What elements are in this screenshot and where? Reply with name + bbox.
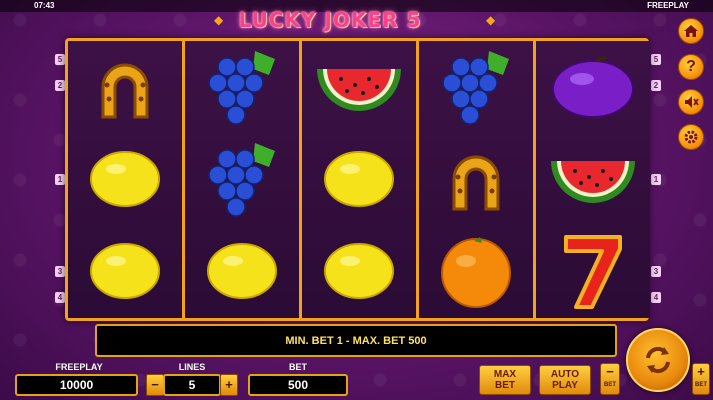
help-button[interactable]: ? [678,54,704,80]
line-marker-right: 3 [651,266,661,277]
symbol-watermelon [536,133,650,225]
home-icon [684,25,698,37]
symbol-watermelon [302,41,416,133]
horseshoe-icon [101,63,149,119]
line-marker-left: 2 [55,80,65,91]
bet-increase-symbol: + [697,364,705,379]
reel-area [65,38,650,321]
symbol-grapes [185,133,299,225]
auto-play-label-top: AUTO [550,369,580,380]
bet-decrease-button[interactable]: − BET [600,363,620,395]
gear-icon [684,130,698,144]
line-marker-right: 4 [651,292,661,303]
lines-decrease-button[interactable]: − [146,374,164,396]
bet-increase-label: BET [695,382,707,388]
sound-off-icon [685,96,699,108]
symbol-lemon [302,225,416,317]
lemon-icon [324,243,394,299]
max-bet-button[interactable]: MAX BET [479,365,531,395]
lines-increase-button[interactable]: + [220,374,238,396]
grapes-icon [208,143,275,217]
symbol-lemon [68,133,182,225]
bet-label: BET [289,362,307,372]
reel-5 [536,41,650,318]
title-ornament-right: ◆ [486,13,496,27]
symbol-seven [536,225,650,317]
clock: 07:43 [34,1,55,10]
auto-play-label-bottom: PLAY [552,380,578,391]
max-bet-label-top: MAX [493,369,517,380]
bet-decrease-label: BET [604,382,616,388]
grapes-icon [442,51,509,125]
lines-label: LINES [178,362,206,372]
orange-icon [441,237,511,308]
symbol-lemon [68,225,182,317]
reel-4 [419,41,533,318]
symbol-lemon [185,225,299,317]
spin-arrows-icon [646,346,670,374]
home-button[interactable] [678,18,704,44]
freeplay-balance: 10000 [15,374,138,396]
symbol-grapes [419,41,533,133]
message-bar: MIN. BET 1 - MAX. BET 500 [95,324,617,357]
freeplay-label: FREEPLAY [55,362,103,372]
bet-decrease-symbol: − [606,364,614,379]
auto-play-button[interactable]: AUTO PLAY [539,365,591,395]
lines-value: 5 [163,374,221,396]
line-marker-right: 2 [651,80,661,91]
lemon-icon [207,243,277,299]
symbol-horseshoe [68,41,182,133]
line-marker-left: 1 [55,174,65,185]
line-marker-left: 3 [55,266,65,277]
lemon-icon [324,151,394,207]
bet-range-message: MIN. BET 1 - MAX. BET 500 [285,334,427,347]
symbol-plum [536,41,650,133]
max-bet-label-bottom: BET [495,380,515,391]
symbol-grapes [185,41,299,133]
grapes-icon [208,51,275,125]
plum-icon [552,55,634,118]
symbol-lemon [302,133,416,225]
line-marker-left: 4 [55,292,65,303]
horseshoe-icon [452,155,500,211]
seven-icon [564,235,622,309]
help-icon: ? [686,58,696,75]
settings-button[interactable] [678,124,704,150]
game-title: LUCKY JOKER 5 [238,8,422,32]
sound-toggle-button[interactable] [678,89,704,115]
symbol-orange [419,225,533,317]
symbol-horseshoe [419,133,533,225]
play-mode-label: FREEPLAY [647,1,689,10]
lemon-icon [90,151,160,207]
watermelon-icon [317,69,401,111]
bet-increase-button[interactable]: + BET [692,363,710,395]
reel-2 [185,41,299,318]
line-marker-left: 5 [55,54,65,65]
line-marker-right: 1 [651,174,661,185]
lemon-icon [90,243,160,299]
spin-button[interactable] [626,328,690,392]
watermelon-icon [551,161,635,203]
reel-3 [302,41,416,318]
bet-value: 500 [248,374,348,396]
line-marker-right: 5 [651,54,661,65]
reel-1 [68,41,182,318]
